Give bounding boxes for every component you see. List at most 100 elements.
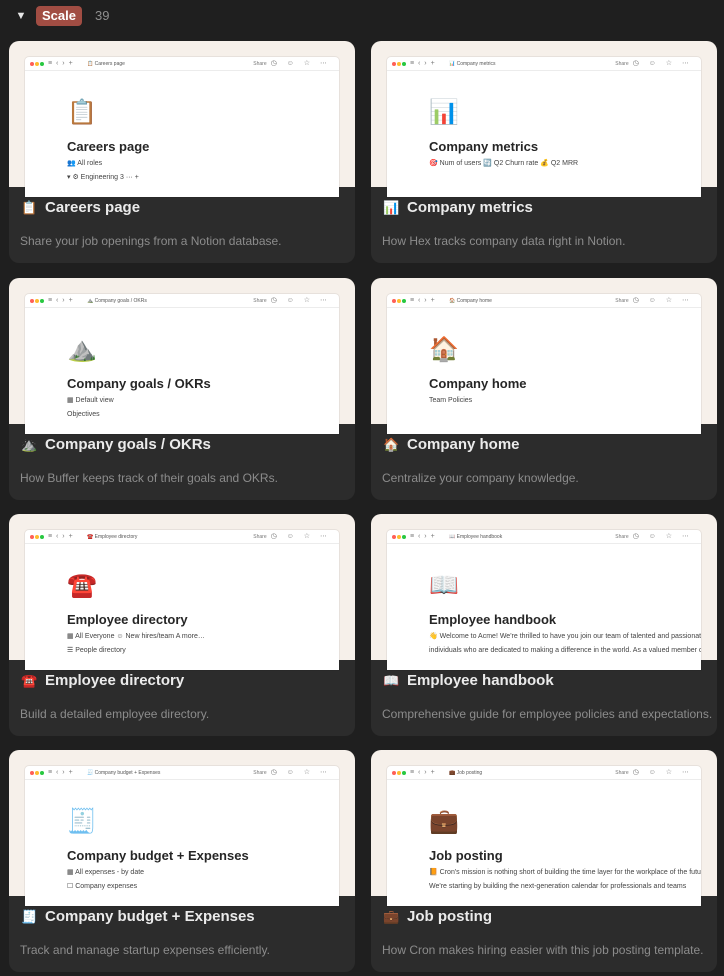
preview-toolbar-icons: Share ◷ ☺ ☆ ⋯ xyxy=(253,767,331,779)
card-footer: 💼 Job posting How Cron makes hiring easi… xyxy=(371,896,717,972)
toolbar-icons: ◷ ☺ ☆ ⋯ xyxy=(632,769,693,776)
card-footer: 🧾 Company budget + Expenses Track and ma… xyxy=(9,896,355,972)
nav-icons: ≡ ‹ › + xyxy=(48,60,74,67)
preview-tab-title: 📊 Company metrics xyxy=(449,61,496,67)
preview-page-icon: 📋 xyxy=(67,99,97,126)
template-card[interactable]: ≡ ‹ › + 📊 Company metrics Share ◷ ☺ ☆ ⋯ 📊… xyxy=(371,41,717,263)
template-preview: ≡ ‹ › + 📋 Careers page Share ◷ ☺ ☆ ⋯ 📋 Ca… xyxy=(9,41,355,197)
template-card[interactable]: ≡ ‹ › + 🏠 Company home Share ◷ ☺ ☆ ⋯ 🏠 Co… xyxy=(371,278,717,500)
toolbar-icons: ◷ ☺ ☆ ⋯ xyxy=(270,297,331,304)
collapse-toggle-icon[interactable]: ▼ xyxy=(14,9,28,23)
nav-icons: ≡ ‹ › + xyxy=(48,533,74,540)
preview-toolbar-icons: Share ◷ ☺ ☆ ⋯ xyxy=(253,58,331,70)
preview-toolbar-icons: Share ◷ ☺ ☆ ⋯ xyxy=(253,295,331,307)
preview-titlebar: ≡ ‹ › + 🧾 Company budget + Expenses Shar… xyxy=(25,766,339,780)
card-footer: ☎️ Employee directory Build a detailed e… xyxy=(9,660,355,736)
minimize-dot-icon xyxy=(397,771,401,775)
minimize-dot-icon xyxy=(35,535,39,539)
template-card[interactable]: ≡ ‹ › + 🧾 Company budget + Expenses Shar… xyxy=(9,750,355,972)
template-preview: ≡ ‹ › + ⛰️ Company goals / OKRs Share ◷ ☺… xyxy=(9,278,355,434)
card-description: How Buffer keeps track of their goals an… xyxy=(20,471,278,485)
maximize-dot-icon xyxy=(402,62,406,66)
nav-icons: ≡ ‹ › + xyxy=(410,533,436,540)
minimize-dot-icon xyxy=(397,299,401,303)
template-card[interactable]: ≡ ‹ › + ☎️ Employee directory Share ◷ ☺ ☆… xyxy=(9,514,355,736)
preview-titlebar: ≡ ‹ › + 📊 Company metrics Share ◷ ☺ ☆ ⋯ xyxy=(387,57,701,71)
preview-page-icon: ☎️ xyxy=(67,572,97,599)
preview-page-line: ▦ All Everyone ☺ New hires/team A more… xyxy=(67,633,205,640)
template-preview: ≡ ‹ › + 🏠 Company home Share ◷ ☺ ☆ ⋯ 🏠 Co… xyxy=(371,278,717,434)
nav-icons: ≡ ‹ › + xyxy=(410,60,436,67)
maximize-dot-icon xyxy=(402,299,406,303)
minimize-dot-icon xyxy=(35,62,39,66)
card-footer: 📖 Employee handbook Comprehensive guide … xyxy=(371,660,717,736)
template-preview: ≡ ‹ › + 💼 Job posting Share ◷ ☺ ☆ ⋯ 💼 Job… xyxy=(371,750,717,906)
template-card[interactable]: ≡ ‹ › + 📖 Employee handbook Share ◷ ☺ ☆ ⋯… xyxy=(371,514,717,736)
minimize-dot-icon xyxy=(35,299,39,303)
preview-window: ≡ ‹ › + ⛰️ Company goals / OKRs Share ◷ ☺… xyxy=(25,294,339,434)
minimize-dot-icon xyxy=(397,535,401,539)
card-title: Careers page xyxy=(45,199,141,216)
card-description: How Hex tracks company data right in Not… xyxy=(382,234,626,248)
template-card[interactable]: ≡ ‹ › + ⛰️ Company goals / OKRs Share ◷ ☺… xyxy=(9,278,355,500)
close-dot-icon xyxy=(30,535,34,539)
preview-titlebar: ≡ ‹ › + ⛰️ Company goals / OKRs Share ◷ ☺… xyxy=(25,294,339,308)
toolbar-icons: ◷ ☺ ☆ ⋯ xyxy=(632,533,693,540)
preview-page-line: ▦ Default view xyxy=(67,397,114,404)
toolbar-icons: ◷ ☺ ☆ ⋯ xyxy=(270,60,331,67)
preview-tab-title: 🏠 Company home xyxy=(449,298,492,304)
card-description: Build a detailed employee directory. xyxy=(20,707,210,721)
toolbar-icons: ◷ ☺ ☆ ⋯ xyxy=(270,769,331,776)
preview-page-line: 🎯 Num of users 🔄 Q2 Churn rate 💰 Q2 MRR xyxy=(429,160,579,167)
nav-icons: ≡ ‹ › + xyxy=(410,297,436,304)
preview-page-line: 📙 Cron's mission is nothing short of bui… xyxy=(429,869,701,876)
share-label: Share xyxy=(615,770,629,776)
preview-toolbar-icons: Share ◷ ☺ ☆ ⋯ xyxy=(615,531,693,543)
card-description: Centralize your company knowledge. xyxy=(382,471,579,485)
close-dot-icon xyxy=(30,771,34,775)
card-title: Employee directory xyxy=(45,672,185,689)
toolbar-icons: ◷ ☺ ☆ ⋯ xyxy=(632,297,693,304)
card-icon: 📖 xyxy=(383,673,400,688)
preview-titlebar: ≡ ‹ › + 📋 Careers page Share ◷ ☺ ☆ ⋯ xyxy=(25,57,339,71)
card-title: Employee handbook xyxy=(407,672,554,689)
close-dot-icon xyxy=(392,62,396,66)
preview-page-icon: 💼 xyxy=(429,808,459,835)
maximize-dot-icon xyxy=(40,62,44,66)
template-card[interactable]: ≡ ‹ › + 💼 Job posting Share ◷ ☺ ☆ ⋯ 💼 Job… xyxy=(371,750,717,972)
card-icon: ☎️ xyxy=(21,673,38,688)
card-title: Company budget + Expenses xyxy=(45,908,255,925)
minimize-dot-icon xyxy=(35,771,39,775)
share-label: Share xyxy=(253,534,267,540)
template-preview: ≡ ‹ › + 📊 Company metrics Share ◷ ☺ ☆ ⋯ 📊… xyxy=(371,41,717,197)
preview-page-icon: 🏠 xyxy=(429,336,459,363)
share-label: Share xyxy=(253,298,267,304)
close-dot-icon xyxy=(30,299,34,303)
preview-titlebar: ≡ ‹ › + 💼 Job posting Share ◷ ☺ ☆ ⋯ xyxy=(387,766,701,780)
group-count: 39 xyxy=(95,8,110,23)
card-icon: 📋 xyxy=(21,200,38,215)
nav-icons: ≡ ‹ › + xyxy=(48,297,74,304)
preview-tab-title: 📋 Careers page xyxy=(87,61,125,67)
template-card[interactable]: ≡ ‹ › + 📋 Careers page Share ◷ ☺ ☆ ⋯ 📋 Ca… xyxy=(9,41,355,263)
card-icon: 🏠 xyxy=(383,437,400,452)
group-label-badge[interactable]: Scale xyxy=(36,6,82,26)
close-dot-icon xyxy=(392,535,396,539)
preview-page-line: We're starting by building the next-gene… xyxy=(429,883,687,890)
close-dot-icon xyxy=(30,62,34,66)
preview-page-line: ▾ ⚙ Engineering 3 ··· + xyxy=(67,174,139,181)
preview-toolbar-icons: Share ◷ ☺ ☆ ⋯ xyxy=(615,58,693,70)
share-label: Share xyxy=(615,534,629,540)
card-footer: 📊 Company metrics How Hex tracks company… xyxy=(371,187,717,263)
card-footer: ⛰️ Company goals / OKRs How Buffer keeps… xyxy=(9,424,355,500)
maximize-dot-icon xyxy=(40,771,44,775)
preview-page-icon: 📖 xyxy=(429,572,459,599)
card-icon: 📊 xyxy=(383,200,400,215)
preview-toolbar-icons: Share ◷ ☺ ☆ ⋯ xyxy=(615,295,693,307)
preview-window: ≡ ‹ › + 🏠 Company home Share ◷ ☺ ☆ ⋯ 🏠 Co… xyxy=(387,294,701,434)
minimize-dot-icon xyxy=(397,62,401,66)
preview-tab-title: 📖 Employee handbook xyxy=(449,534,503,540)
preview-page-line: individuals who are dedicated to making … xyxy=(429,647,701,654)
template-preview: ≡ ‹ › + 🧾 Company budget + Expenses Shar… xyxy=(9,750,355,906)
share-label: Share xyxy=(615,298,629,304)
